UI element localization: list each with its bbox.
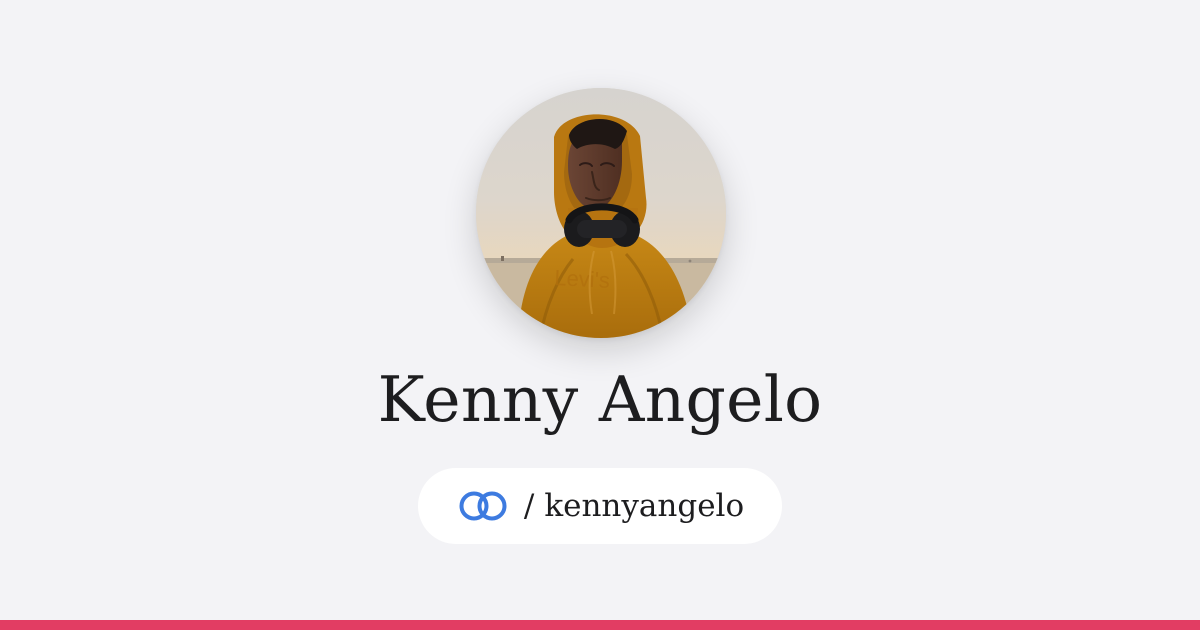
profile-name: Kenny Angelo bbox=[377, 363, 823, 436]
bottom-accent-bar bbox=[0, 620, 1200, 630]
profile-avatar: Levi's bbox=[476, 88, 726, 338]
svg-text:Levi's: Levi's bbox=[554, 265, 611, 293]
handle-separator: / bbox=[523, 488, 535, 524]
profile-handle-pill[interactable]: / kennyangelo bbox=[418, 468, 782, 544]
profile-photo: Levi's bbox=[476, 88, 726, 338]
linked-rings-icon bbox=[456, 488, 512, 524]
username-label: kennyangelo bbox=[544, 488, 745, 524]
